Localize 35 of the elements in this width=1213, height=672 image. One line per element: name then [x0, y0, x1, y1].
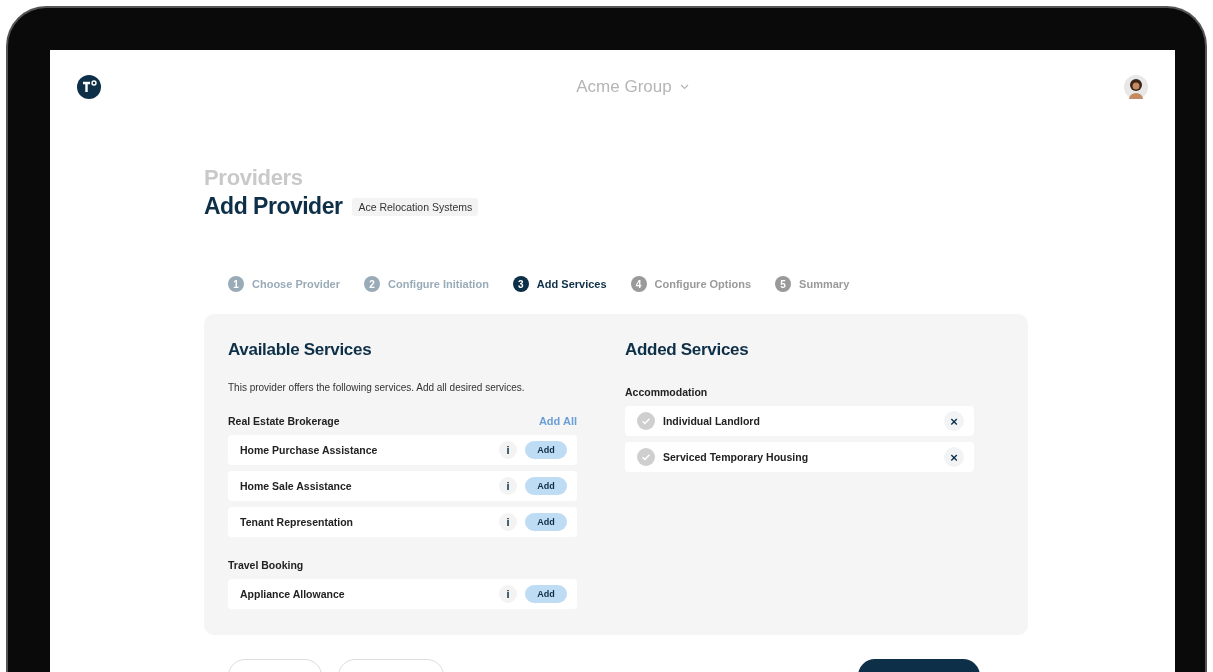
service-name: Individual Landlord [663, 415, 761, 427]
step-number: 5 [775, 276, 792, 292]
service-name: Appliance Allowance [240, 588, 346, 600]
group-label: Real Estate Brokerage [228, 415, 340, 427]
add-button[interactable]: Add [525, 513, 567, 531]
info-button[interactable]: i [499, 585, 517, 603]
description-text: This provider offers the following services. Add all desired services. [228, 382, 526, 393]
service-name: Serviced Temporary Housing [663, 451, 810, 463]
section-title: Available Services [228, 340, 373, 361]
step-number: 2 [364, 276, 381, 292]
service-name: Home Purchase Assistance [240, 444, 379, 456]
check-icon [637, 448, 655, 466]
add-button[interactable]: Add [525, 477, 567, 495]
add-button[interactable]: Add [525, 585, 567, 603]
service-name: Home Sale Assistance [240, 480, 353, 492]
service-name: Tenant Representation [240, 516, 354, 528]
add-button[interactable]: Add [525, 441, 567, 459]
provider-tag: Ace Relocation Systems [352, 197, 479, 216]
info-button[interactable]: i [499, 513, 517, 531]
step-label[interactable]: Add Services [536, 278, 607, 290]
group-label: Travel Booking [228, 559, 304, 571]
section-title: Added Services [625, 340, 750, 361]
remove-button[interactable]: × [944, 447, 964, 467]
step-number: 4 [630, 276, 647, 292]
chevron-down-icon [679, 84, 689, 90]
step-number: 1 [228, 276, 244, 292]
info-button[interactable]: i [499, 477, 517, 495]
group-label: Accommodation [625, 386, 708, 398]
step-number: 3 [512, 276, 529, 292]
check-icon [637, 412, 655, 430]
info-button[interactable]: i [499, 441, 517, 459]
remove-button[interactable]: × [944, 411, 964, 431]
avatar-icon[interactable] [1124, 75, 1148, 99]
logo-icon[interactable] [77, 75, 101, 99]
page-title: Add Provider [204, 193, 343, 220]
